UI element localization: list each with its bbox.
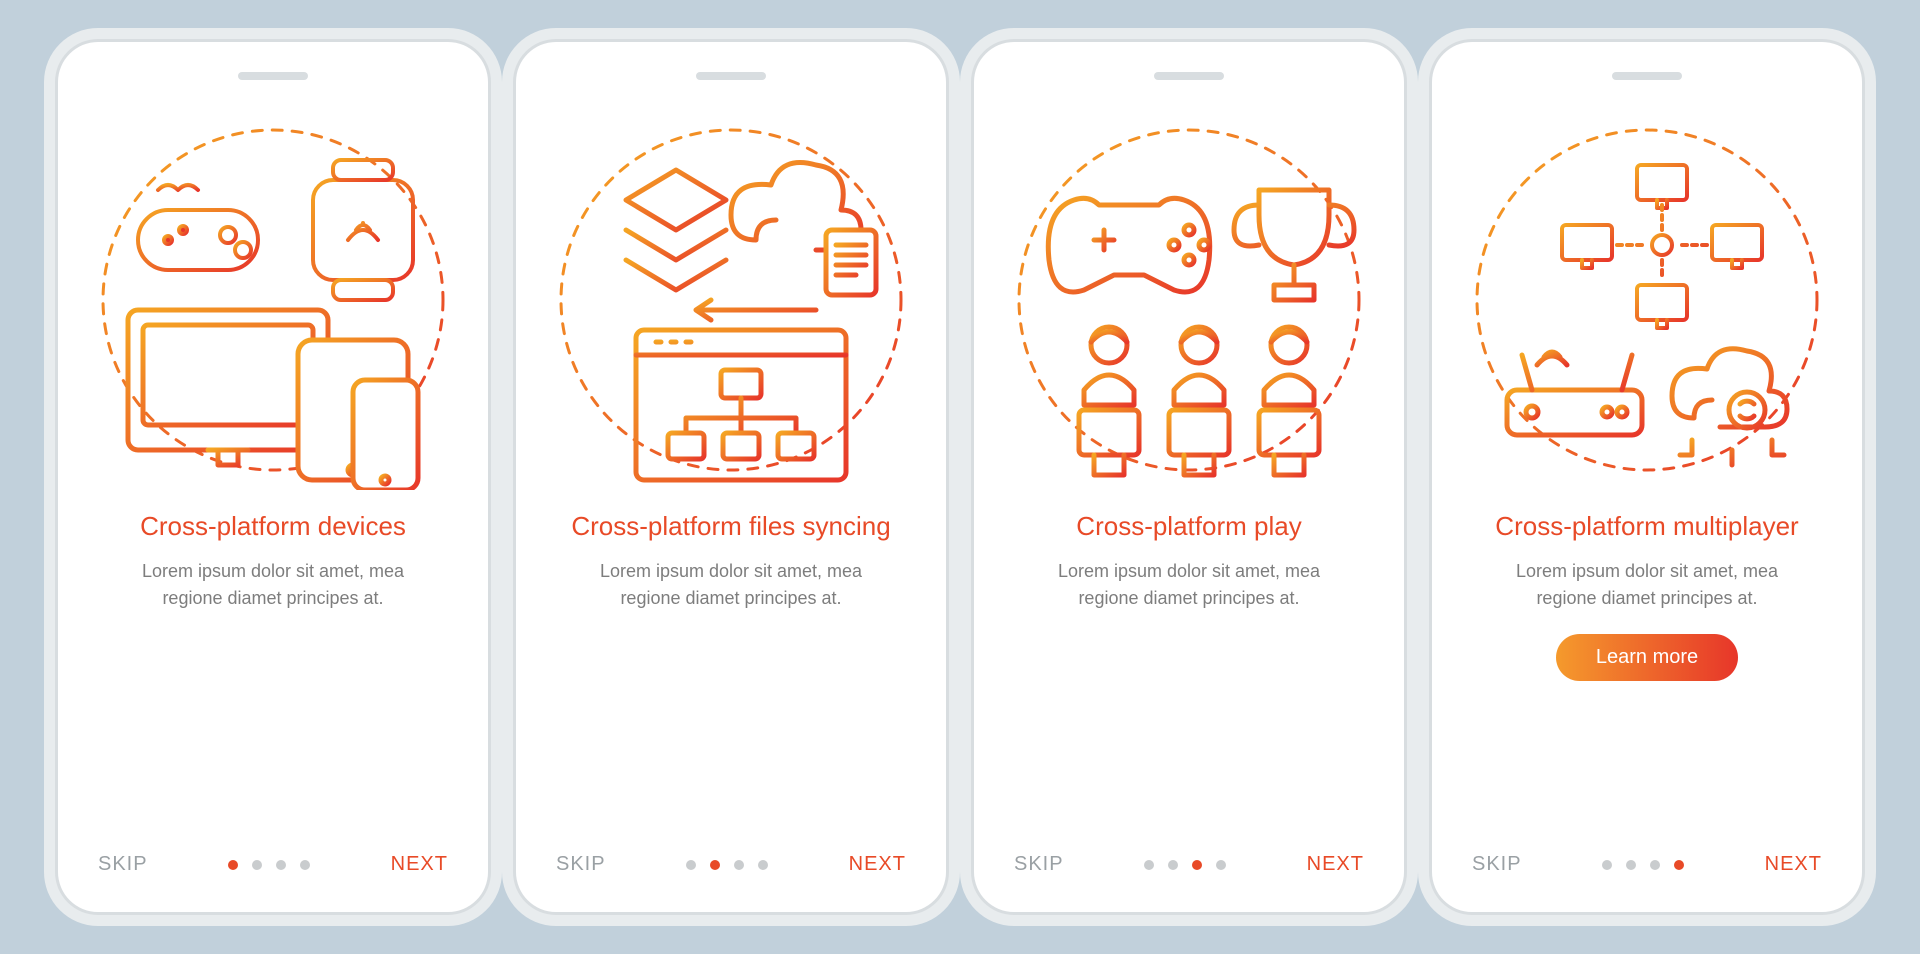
sync-illustration [546, 110, 916, 490]
dot-3[interactable] [734, 860, 744, 870]
devices-illustration [88, 110, 458, 490]
dot-2[interactable] [710, 860, 720, 870]
learn-more-button[interactable]: Learn more [1556, 634, 1738, 681]
screen-description: Lorem ipsum dolor sit amet, mea regione … [1002, 558, 1376, 612]
dot-4[interactable] [1674, 860, 1684, 870]
dot-1[interactable] [1144, 860, 1154, 870]
dot-4[interactable] [300, 860, 310, 870]
page-indicator [686, 860, 768, 870]
phone-speaker [1154, 72, 1224, 80]
skip-button[interactable]: SKIP [1472, 853, 1522, 876]
dot-3[interactable] [276, 860, 286, 870]
dot-1[interactable] [686, 860, 696, 870]
screen-title: Cross-platform files syncing [551, 510, 910, 544]
onboarding-screen-3: Cross-platform play Lorem ipsum dolor si… [974, 42, 1404, 912]
screen-title: Cross-platform play [1056, 510, 1321, 544]
onboarding-footer: SKIP NEXT [516, 853, 946, 876]
screen-title: Cross-platform multiplayer [1475, 510, 1818, 544]
screen-description: Lorem ipsum dolor sit amet, mea regione … [1460, 558, 1834, 612]
onboarding-footer: SKIP NEXT [1432, 853, 1862, 876]
dot-1[interactable] [228, 860, 238, 870]
onboarding-footer: SKIP NEXT [58, 853, 488, 876]
screen-description: Lorem ipsum dolor sit amet, mea regione … [544, 558, 918, 612]
skip-button[interactable]: SKIP [556, 853, 606, 876]
next-button[interactable]: NEXT [391, 853, 448, 876]
next-button[interactable]: NEXT [849, 853, 906, 876]
play-illustration [1004, 110, 1374, 490]
phone-speaker [1612, 72, 1682, 80]
onboarding-screen-2: Cross-platform files syncing Lorem ipsum… [516, 42, 946, 912]
phone-speaker [238, 72, 308, 80]
dot-3[interactable] [1192, 860, 1202, 870]
page-indicator [1602, 860, 1684, 870]
dot-2[interactable] [1168, 860, 1178, 870]
dot-1[interactable] [1602, 860, 1612, 870]
multiplayer-illustration [1462, 110, 1832, 490]
dot-4[interactable] [1216, 860, 1226, 870]
phone-speaker [696, 72, 766, 80]
page-indicator [228, 860, 310, 870]
skip-button[interactable]: SKIP [98, 853, 148, 876]
onboarding-screen-4: Cross-platform multiplayer Lorem ipsum d… [1432, 42, 1862, 912]
next-button[interactable]: NEXT [1307, 853, 1364, 876]
page-indicator [1144, 860, 1226, 870]
onboarding-screen-1: Cross-platform devices Lorem ipsum dolor… [58, 42, 488, 912]
next-button[interactable]: NEXT [1765, 853, 1822, 876]
onboarding-footer: SKIP NEXT [974, 853, 1404, 876]
screen-description: Lorem ipsum dolor sit amet, mea regione … [86, 558, 460, 612]
dot-3[interactable] [1650, 860, 1660, 870]
skip-button[interactable]: SKIP [1014, 853, 1064, 876]
dot-2[interactable] [1626, 860, 1636, 870]
dot-2[interactable] [252, 860, 262, 870]
screen-title: Cross-platform devices [120, 510, 426, 544]
dot-4[interactable] [758, 860, 768, 870]
